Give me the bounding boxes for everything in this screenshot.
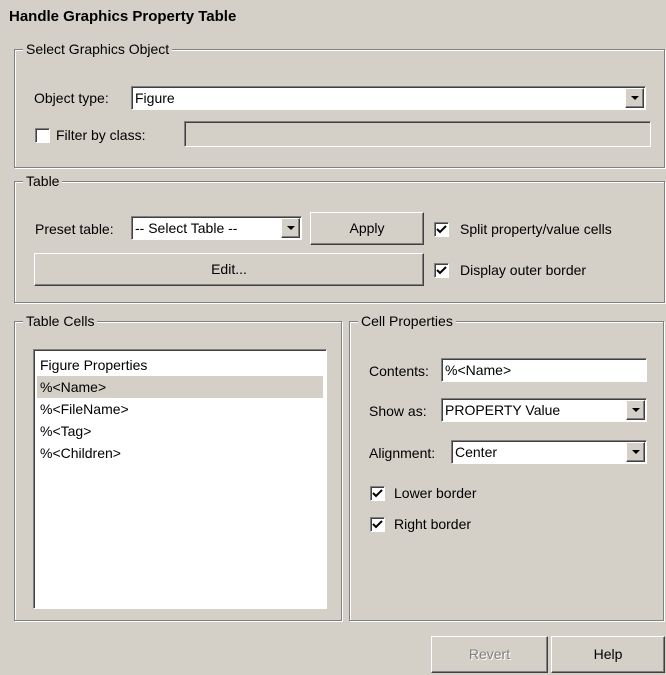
chevron-down-icon[interactable] <box>281 218 300 238</box>
table-legend: Table <box>23 172 63 190</box>
contents-field[interactable]: %<Name> <box>441 358 647 382</box>
alignment-value: Center <box>455 444 498 460</box>
list-item[interactable]: Figure Properties <box>37 354 323 376</box>
lower-border-label: Lower border <box>394 485 477 501</box>
split-cells-label: Split property/value cells <box>460 221 612 237</box>
filter-by-class-label: Filter by class: <box>56 127 146 143</box>
right-border-checkbox[interactable] <box>370 517 385 532</box>
preset-table-label: Preset table: <box>35 221 114 237</box>
alignment-label: Alignment: <box>369 445 436 461</box>
list-item[interactable]: %<Tag> <box>37 420 323 442</box>
show-as-dropdown[interactable]: PROPERTY Value <box>441 398 647 422</box>
preset-table-dropdown[interactable]: -- Select Table -- <box>131 216 302 240</box>
list-item[interactable]: %<Children> <box>37 442 323 464</box>
apply-button[interactable]: Apply <box>310 212 424 245</box>
outer-border-checkbox[interactable] <box>434 263 449 278</box>
revert-button[interactable]: Revert <box>431 636 548 673</box>
contents-value: %<Name> <box>445 362 512 378</box>
list-item[interactable]: %<Name> <box>37 376 323 398</box>
edit-button[interactable]: Edit... <box>34 253 424 286</box>
edit-button-label: Edit... <box>211 261 247 277</box>
outer-border-label: Display outer border <box>460 262 587 278</box>
object-type-label: Object type: <box>34 90 109 106</box>
object-type-dropdown[interactable]: Figure <box>131 86 646 110</box>
contents-label: Contents: <box>369 363 429 379</box>
right-border-label: Right border <box>394 516 472 532</box>
filter-by-class-checkbox[interactable] <box>35 128 50 143</box>
revert-button-label: Revert <box>468 646 511 662</box>
chevron-down-icon[interactable] <box>626 442 645 462</box>
alignment-dropdown[interactable]: Center <box>451 440 647 464</box>
show-as-label: Show as: <box>369 403 427 419</box>
table-cells-list[interactable]: Figure Properties %<Name> %<FileName> %<… <box>33 349 327 609</box>
help-button[interactable]: Help <box>551 636 665 673</box>
table-cells-legend: Table Cells <box>23 312 98 330</box>
apply-button-label: Apply <box>349 220 385 236</box>
preset-table-value: -- Select Table -- <box>135 220 238 236</box>
chevron-down-icon[interactable] <box>625 88 644 108</box>
filter-by-class-field[interactable] <box>184 121 651 147</box>
show-as-value: PROPERTY Value <box>445 402 561 418</box>
lower-border-checkbox[interactable] <box>370 486 385 501</box>
split-cells-checkbox[interactable] <box>434 222 449 237</box>
help-button-label: Help <box>593 646 623 662</box>
chevron-down-icon[interactable] <box>626 400 645 420</box>
select-graphics-object-legend: Select Graphics Object <box>23 40 173 58</box>
list-item[interactable]: %<FileName> <box>37 398 323 420</box>
page-title: Handle Graphics Property Table <box>9 8 237 25</box>
cell-properties-legend: Cell Properties <box>358 312 456 330</box>
object-type-value: Figure <box>135 90 175 106</box>
